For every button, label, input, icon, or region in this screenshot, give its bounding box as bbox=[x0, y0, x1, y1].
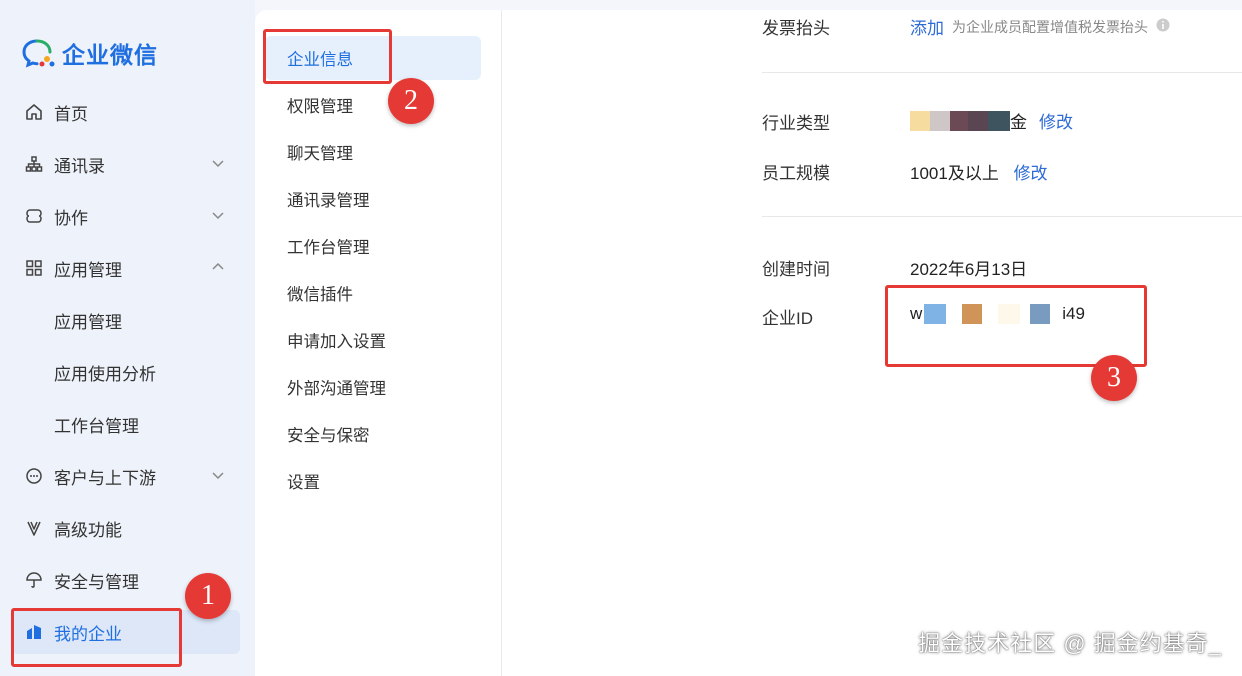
advanced-icon bbox=[24, 518, 44, 538]
redacted-block bbox=[950, 110, 968, 131]
redacted-block bbox=[968, 110, 988, 131]
created-label: 创建时间 bbox=[762, 260, 830, 279]
menu-item-contacts-management[interactable]: 通讯录管理 bbox=[265, 177, 481, 221]
industry-value: 金 修改 bbox=[910, 108, 1073, 133]
sidebar-item-contacts[interactable]: 通讯录 bbox=[12, 142, 240, 186]
sidebar-item-label: 客户与上下游 bbox=[54, 468, 156, 488]
annotation-box-1 bbox=[11, 608, 182, 667]
scale-label: 员工规模 bbox=[762, 164, 830, 183]
menu-item-wechat-plugin[interactable]: 微信插件 bbox=[265, 271, 481, 315]
menu-item-join-settings[interactable]: 申请加入设置 bbox=[265, 318, 481, 362]
annotation-badge-2: 2 bbox=[388, 78, 434, 124]
settings-menu: 企业信息 权限管理 聊天管理 通讯录管理 工作台管理 微信插件 申请加入设置 外… bbox=[255, 10, 502, 676]
menu-item-label: 微信插件 bbox=[287, 286, 353, 304]
home-icon bbox=[24, 102, 44, 122]
sidebar-item-label: 应用管理 bbox=[54, 260, 122, 280]
sidebar-item-label: 高级功能 bbox=[54, 520, 122, 540]
chevron-down-icon bbox=[210, 155, 226, 176]
menu-item-label: 工作台管理 bbox=[287, 239, 370, 257]
sidebar-item-label: 通讯录 bbox=[54, 156, 105, 176]
annotation-badge-1: 1 bbox=[185, 573, 231, 619]
edit-scale-link[interactable]: 修改 bbox=[1014, 164, 1048, 183]
redacted-block bbox=[910, 110, 930, 131]
annotation-box-2 bbox=[263, 29, 392, 84]
corpid-label: 企业ID bbox=[762, 309, 813, 328]
grid-icon bbox=[24, 258, 44, 278]
menu-item-label: 设置 bbox=[287, 474, 320, 492]
created-value: 2022年6月13日 bbox=[910, 260, 1028, 279]
sidebar-item-customers[interactable]: 客户与上下游 bbox=[12, 454, 240, 498]
sidebar-item-label: 工作台管理 bbox=[54, 416, 139, 436]
scale-value: 1001及以上 bbox=[910, 164, 999, 183]
menu-item-settings[interactable]: 设置 bbox=[265, 459, 481, 503]
menu-item-label: 聊天管理 bbox=[287, 145, 353, 163]
redacted-block bbox=[988, 110, 1010, 131]
chevron-up-icon bbox=[210, 259, 226, 280]
wecom-logo-icon bbox=[22, 39, 55, 68]
menu-item-security-privacy[interactable]: 安全与保密 bbox=[265, 412, 481, 456]
divider bbox=[762, 216, 1242, 217]
industry-label: 行业类型 bbox=[762, 114, 830, 133]
app-logo[interactable]: 企业微信 bbox=[22, 36, 158, 70]
invoice-hint: 为企业成员配置增值税发票抬头 bbox=[952, 18, 1148, 35]
menu-item-workbench-management[interactable]: 工作台管理 bbox=[265, 224, 481, 268]
menu-item-label: 外部沟通管理 bbox=[287, 380, 386, 398]
menu-item-chat-management[interactable]: 聊天管理 bbox=[265, 130, 481, 174]
menu-item-label: 通讯录管理 bbox=[287, 192, 370, 210]
invoice-label: 发票抬头 bbox=[762, 19, 830, 38]
sidebar-subitem-workbench[interactable]: 工作台管理 bbox=[12, 402, 240, 446]
sidebar-item-label: 首页 bbox=[54, 104, 88, 124]
sidebar-item-home[interactable]: 首页 bbox=[12, 90, 240, 134]
annotation-badge-3: 3 bbox=[1091, 355, 1137, 401]
scale-value-row: 1001及以上 修改 bbox=[910, 159, 1048, 184]
sidebar-item-collab[interactable]: 协作 bbox=[12, 194, 240, 238]
sidebar-item-app-management[interactable]: 应用管理 bbox=[12, 246, 240, 290]
redacted-block bbox=[930, 110, 950, 131]
umbrella-icon bbox=[24, 570, 44, 590]
chevron-down-icon bbox=[210, 207, 226, 228]
sidebar-item-advanced[interactable]: 高级功能 bbox=[12, 506, 240, 550]
sidebar-item-label: 应用使用分析 bbox=[54, 364, 156, 384]
sidebar-item-label: 协作 bbox=[54, 208, 88, 228]
sidebar-subitem-app-management[interactable]: 应用管理 bbox=[12, 298, 240, 342]
collab-icon bbox=[24, 206, 44, 226]
app-name: 企业微信 bbox=[62, 42, 158, 68]
edit-industry-link[interactable]: 修改 bbox=[1039, 108, 1073, 133]
info-icon[interactable] bbox=[1156, 17, 1170, 37]
menu-item-label: 安全与保密 bbox=[287, 427, 370, 445]
menu-item-permissions[interactable]: 权限管理 bbox=[265, 83, 481, 127]
divider bbox=[762, 72, 1242, 73]
chevron-down-icon bbox=[210, 467, 226, 488]
sidebar-item-label: 安全与管理 bbox=[54, 572, 139, 592]
invoice-value: 添加 为企业成员配置增值税发票抬头 bbox=[910, 14, 1170, 39]
sidebar-item-label: 应用管理 bbox=[54, 312, 122, 332]
sidebar-subitem-app-usage[interactable]: 应用使用分析 bbox=[12, 350, 240, 394]
add-invoice-link[interactable]: 添加 bbox=[910, 14, 944, 39]
chat-icon bbox=[24, 466, 44, 486]
top-strip bbox=[502, 0, 1242, 10]
menu-item-label: 申请加入设置 bbox=[287, 333, 386, 351]
watermark: 掘金技术社区 @ 掘金约基奇_ bbox=[918, 631, 1222, 656]
menu-item-label: 权限管理 bbox=[287, 98, 353, 116]
org-icon bbox=[24, 154, 44, 174]
industry-suffix: 金 bbox=[1010, 113, 1027, 132]
menu-item-external-communication[interactable]: 外部沟通管理 bbox=[265, 365, 481, 409]
